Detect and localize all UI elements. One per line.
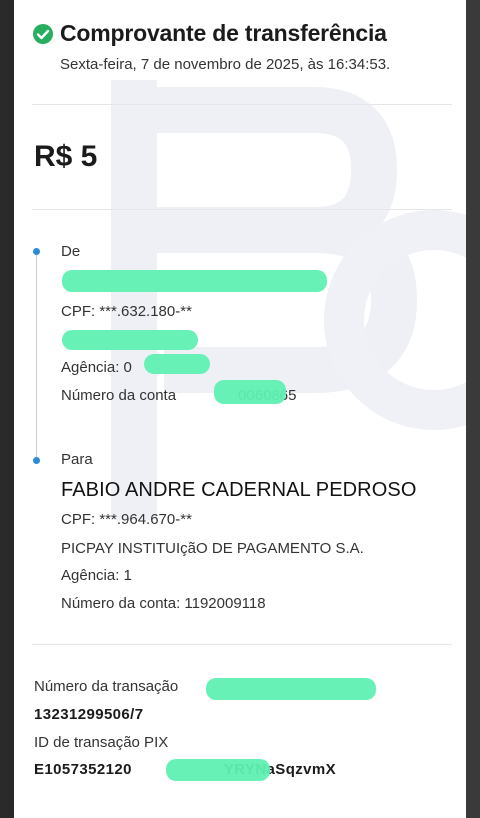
- from-cpf: CPF: ***.632.180-**: [61, 303, 192, 320]
- timeline-line: [36, 248, 37, 458]
- timeline-dot-from: [33, 248, 40, 255]
- from-label: De: [61, 243, 81, 260]
- divider: [32, 209, 452, 210]
- receipt-card: Comprovante de transferência Sexta-feira…: [14, 0, 466, 818]
- receipt-header: Comprovante de transferência Sexta-feira…: [32, 20, 452, 73]
- from-agencia: Agência: 0: [61, 359, 132, 376]
- timeline-dot-to: [33, 457, 40, 464]
- pix-id-label: ID de transação PIX: [34, 734, 169, 751]
- divider: [32, 644, 452, 645]
- screen-right-edge: [466, 0, 480, 818]
- redaction-from-agencia: [144, 354, 210, 374]
- to-institution: PICPAY INSTITUIçãO DE PAGAMENTO S.A.: [61, 540, 364, 557]
- divider: [32, 104, 452, 105]
- transaction-number-label: Número da transação: [34, 678, 179, 695]
- redaction-pix-id: [166, 759, 270, 781]
- transaction-number-value: 13231299506/7: [34, 706, 144, 723]
- transfer-amount: R$ 5: [34, 140, 98, 173]
- to-cpf: CPF: ***.964.670-**: [61, 511, 192, 528]
- transfer-datetime: Sexta-feira, 7 de novembro de 2025, às 1…: [60, 56, 391, 73]
- recipient-name: FABIO ANDRE CADERNAL PEDROSO: [61, 479, 417, 501]
- screen-left-edge: [0, 0, 14, 818]
- page-title: Comprovante de transferência: [60, 20, 387, 46]
- to-label: Para: [61, 451, 93, 468]
- redaction-from-conta: [214, 380, 286, 404]
- check-circle-icon: [33, 23, 53, 44]
- redaction-transaction-number: [206, 678, 376, 700]
- to-conta: Número da conta: 1192009118: [61, 595, 266, 612]
- transfer-parties: De CPF: ***.632.180-** Agência: 0 Número…: [33, 243, 456, 618]
- redaction-from-institution: [62, 330, 198, 350]
- to-agencia: Agência: 1: [61, 567, 132, 584]
- redaction-from-name: [62, 270, 327, 292]
